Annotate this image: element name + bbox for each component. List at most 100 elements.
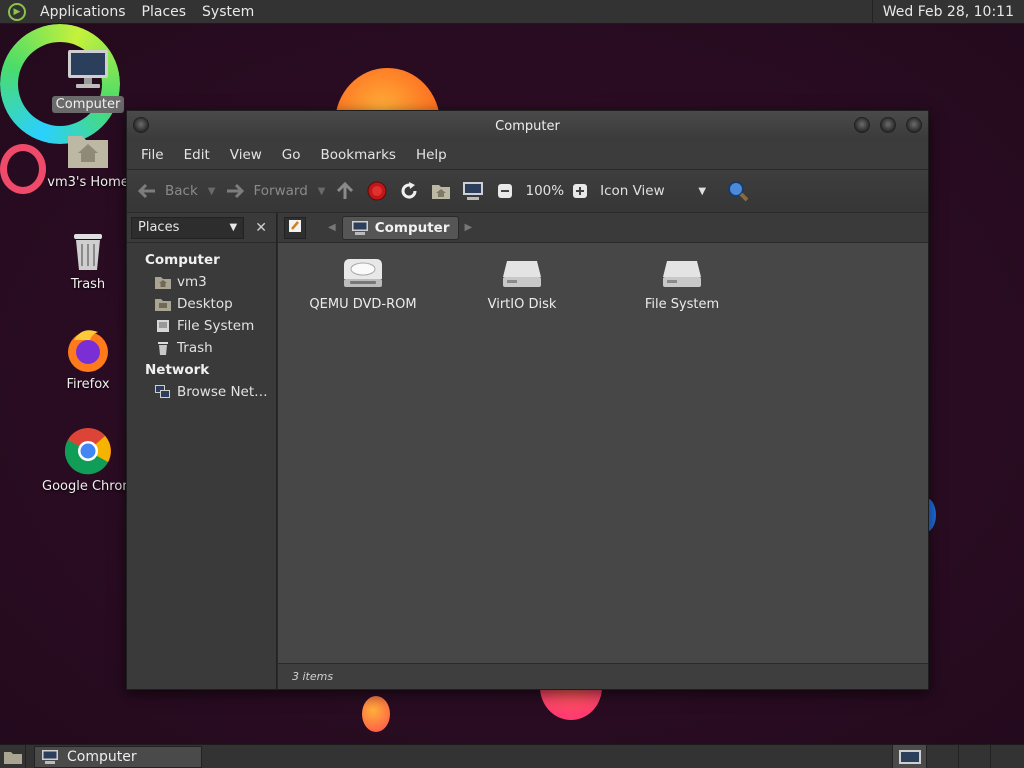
clock[interactable]: Wed Feb 28, 10:11 — [871, 0, 1024, 24]
file-manager-window: Computer File Edit View Go Bookmarks Hel… — [126, 110, 929, 690]
edit-icon — [288, 219, 302, 237]
path-scroll-left-icon[interactable]: ◀ — [328, 222, 336, 233]
desktop-icon-chrome[interactable]: Google Chrom — [38, 426, 138, 495]
item-count: 3 items — [292, 670, 334, 683]
workspace-2[interactable] — [926, 745, 958, 768]
zoom-out-icon — [493, 179, 517, 203]
home-icon — [155, 274, 171, 290]
desktop-icon — [155, 296, 171, 312]
computer-icon — [351, 220, 368, 235]
sidebar-item-browse-network[interactable]: Browse Net… — [127, 381, 276, 403]
menubar: File Edit View Go Bookmarks Help — [127, 141, 928, 169]
computer-icon — [68, 50, 108, 88]
drive-icon — [155, 318, 171, 334]
back-button[interactable]: Back — [135, 179, 198, 203]
network-icon — [155, 384, 171, 400]
home-icon — [429, 179, 453, 203]
sidebar-heading-network: Network — [145, 362, 210, 378]
view-mode-select[interactable]: Icon View ▼ — [600, 183, 706, 199]
path-scroll-right-icon[interactable]: ▶ — [465, 222, 473, 233]
search-button[interactable] — [726, 179, 750, 203]
back-history-dropdown-icon[interactable]: ▼ — [208, 186, 216, 197]
toolbar: Back ▼ Forward ▼ 100% Icon View ▼ — [127, 169, 928, 213]
menu-bookmarks[interactable]: Bookmarks — [311, 147, 406, 163]
home-folder-icon — [68, 136, 108, 168]
stop-icon — [365, 179, 389, 203]
taskbar-item-computer[interactable]: Computer — [34, 745, 202, 768]
forward-button[interactable]: Forward — [223, 179, 308, 203]
reload-icon — [397, 179, 421, 203]
trash-icon — [155, 340, 171, 356]
zoom-in-icon — [568, 179, 592, 203]
desktop-icon-firefox[interactable]: Firefox — [38, 326, 138, 393]
menu-places[interactable]: Places — [134, 4, 195, 20]
desktop-icon-computer[interactable]: Computer — [38, 46, 138, 113]
workspace-4[interactable] — [990, 745, 1024, 768]
sidebar-item-file-system[interactable]: File System — [127, 315, 276, 337]
item-file-system[interactable]: File System — [607, 257, 757, 312]
computer-icon — [42, 749, 58, 764]
show-desktop-icon — [3, 751, 22, 764]
icon-view[interactable]: QEMU DVD-ROM VirtIO Disk File System — [278, 243, 928, 663]
desktop-icon-home[interactable]: vm3's Home — [38, 128, 138, 191]
menu-go[interactable]: Go — [272, 147, 311, 163]
sidebar-item-vm3[interactable]: vm3 — [127, 271, 276, 293]
places-list: Computer vm3 Desktop File System Trash N… — [127, 243, 276, 403]
show-desktop-button[interactable] — [0, 744, 26, 768]
sidebar: Places ▼ ✕ Computer vm3 Desktop File Sys… — [127, 213, 277, 689]
distro-logo-icon[interactable]: ▶ — [8, 2, 26, 21]
workspace-window-icon — [898, 750, 921, 764]
computer-button[interactable] — [461, 179, 485, 203]
main-pane: ◀ Computer ▶ QEMU DVD-ROM VirtIO Disk Fi… — [277, 213, 928, 689]
close-icon: ✕ — [255, 219, 267, 236]
breadcrumb-computer[interactable]: Computer — [341, 215, 459, 240]
workspace-1[interactable] — [892, 745, 926, 768]
menu-edit[interactable]: Edit — [174, 147, 220, 163]
sidebar-selector[interactable]: Places ▼ — [131, 216, 245, 239]
firefox-icon — [68, 330, 108, 372]
sidebar-item-desktop[interactable]: Desktop — [127, 293, 276, 315]
zoom-out-button[interactable] — [493, 179, 517, 203]
maximize-button[interactable] — [880, 117, 896, 133]
menu-system[interactable]: System — [194, 4, 262, 20]
window-titlebar[interactable]: Computer — [127, 111, 928, 141]
sidebar-item-trash[interactable]: Trash — [127, 337, 276, 359]
bottom-panel: Computer — [0, 744, 1024, 768]
location-toggle-button[interactable] — [284, 216, 306, 239]
chevron-down-icon: ▼ — [229, 222, 238, 233]
workspace-3[interactable] — [958, 745, 990, 768]
arrow-up-icon — [333, 179, 357, 203]
forward-history-dropdown-icon[interactable]: ▼ — [318, 186, 326, 197]
window-menu-button[interactable] — [133, 117, 149, 133]
zoom-level[interactable]: 100% — [525, 183, 564, 199]
home-button[interactable] — [429, 179, 453, 203]
menu-file[interactable]: File — [131, 147, 174, 163]
top-panel: ▶ Applications Places System Wed Feb 28,… — [0, 0, 1024, 24]
zoom-in-button[interactable] — [568, 179, 592, 203]
item-qemu-dvd-rom[interactable]: QEMU DVD-ROM — [288, 257, 438, 312]
desktop-icon-trash[interactable]: Trash — [38, 228, 138, 293]
pathbar: ◀ Computer ▶ — [278, 213, 928, 243]
chevron-down-icon: ▼ — [698, 185, 707, 197]
chrome-icon — [64, 428, 111, 475]
menu-view[interactable]: View — [220, 147, 272, 163]
window-title: Computer — [495, 118, 560, 134]
window-content: Places ▼ ✕ Computer vm3 Desktop File Sys… — [127, 213, 928, 689]
search-icon — [726, 179, 750, 203]
hard-disk-icon — [503, 261, 541, 287]
stop-button[interactable] — [365, 179, 389, 203]
sidebar-heading-computer: Computer — [145, 252, 220, 268]
sidebar-close-button[interactable]: ✕ — [250, 217, 272, 239]
statusbar: 3 items — [278, 663, 928, 689]
reload-button[interactable] — [397, 179, 421, 203]
hard-disk-icon — [663, 261, 701, 287]
wallpaper-shape — [362, 696, 390, 732]
close-button[interactable] — [906, 117, 922, 133]
computer-icon — [461, 179, 485, 203]
menu-applications[interactable]: Applications — [32, 4, 134, 20]
item-virtio-disk[interactable]: VirtIO Disk — [447, 257, 597, 312]
up-button[interactable] — [333, 179, 357, 203]
minimize-button[interactable] — [854, 117, 870, 133]
menu-help[interactable]: Help — [406, 147, 457, 163]
sidebar-header: Places ▼ ✕ — [127, 213, 276, 243]
